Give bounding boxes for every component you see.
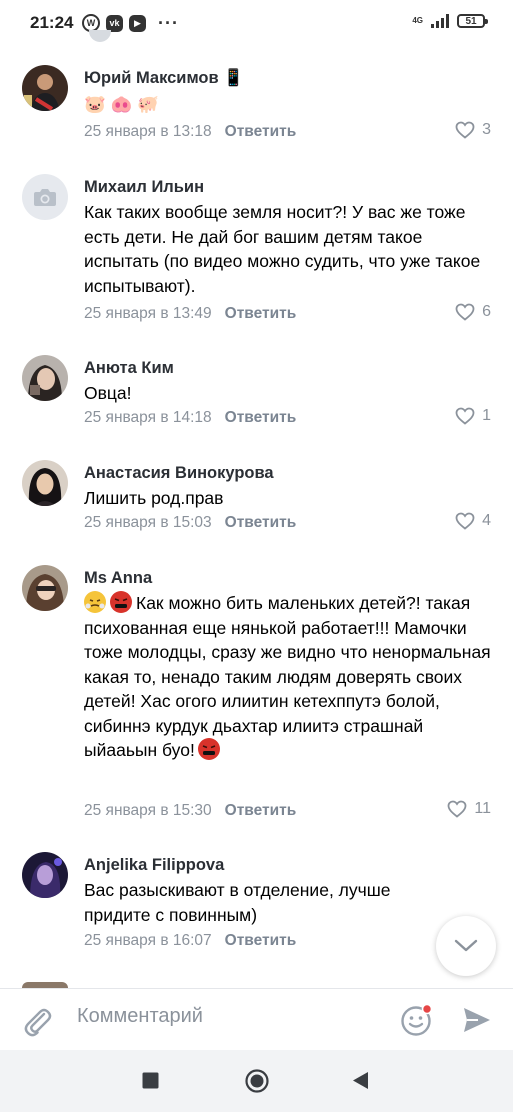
comment-date: 25 января в 15:30 (84, 802, 212, 819)
square-icon (142, 1072, 159, 1089)
like-button[interactable]: 1 (455, 407, 491, 425)
home-button[interactable] (245, 1069, 269, 1098)
signal-icon (431, 14, 449, 28)
avatar[interactable] (22, 565, 68, 611)
like-count: 1 (482, 407, 491, 424)
scroll-down-button[interactable] (436, 916, 496, 976)
like-button[interactable]: 6 (455, 303, 491, 321)
reply-button[interactable]: Ответить (225, 305, 297, 322)
comment-author[interactable]: Ms Anna (84, 567, 152, 589)
comment-text: Овца! (84, 383, 132, 403)
comment-text: Вас разыскивают в отделение, лучше приди… (84, 880, 391, 925)
status-bar: 21:24 W vk ▶ ··· 4G 51 (0, 0, 513, 44)
like-count: 11 (474, 800, 491, 817)
comment-author[interactable]: Anjelika Filippova (84, 854, 224, 876)
comment-meta: 25 января в 13:18 Ответить (84, 122, 296, 142)
comment-author[interactable]: Михаил Ильин (84, 176, 204, 198)
comment-date: 25 января в 13:18 (84, 123, 212, 140)
heart-icon (455, 407, 475, 425)
cursing-face-emoji (110, 591, 132, 613)
avatar[interactable] (22, 65, 68, 111)
comment-text: Как таких вообще земля носит?! У вас же … (84, 202, 481, 296)
comment-date: 25 января в 15:03 (84, 514, 212, 531)
comment-author[interactable]: Юрий Максимов 📱 (84, 67, 244, 89)
comment-author[interactable]: Анастасия Винокурова (84, 462, 274, 484)
heart-icon (455, 121, 475, 139)
like-button[interactable]: 3 (455, 121, 491, 139)
comment-meta: 25 января в 13:49 Ответить (84, 304, 296, 324)
like-count: 4 (482, 512, 491, 529)
reply-button[interactable]: Ответить (225, 123, 297, 140)
avatar[interactable] (22, 174, 68, 220)
vk-icon: vk (106, 14, 123, 32)
system-nav-bar (0, 1050, 513, 1112)
steam-face-emoji (84, 591, 106, 613)
camera-icon (34, 189, 56, 206)
comment-text: Как можно бить маленьких детей?! такая п… (84, 593, 491, 760)
avatar[interactable] (22, 852, 68, 898)
comment-date: 25 января в 14:18 (84, 409, 212, 426)
like-count: 3 (482, 121, 491, 138)
battery-icon: 51 (457, 14, 488, 28)
cursing-face-emoji (197, 738, 220, 760)
like-button[interactable]: 4 (455, 512, 491, 530)
comment-date: 25 января в 16:07 (84, 932, 212, 949)
chevron-down-icon (454, 939, 478, 952)
like-button[interactable]: 11 (447, 800, 491, 818)
comment-meta: 25 января в 15:03 Ответить (84, 513, 296, 533)
comment-input[interactable] (75, 1004, 379, 1029)
reply-button[interactable]: Ответить (225, 409, 297, 426)
emoji-button[interactable] (400, 1003, 434, 1042)
back-triangle-icon (353, 1072, 368, 1089)
like-count: 6 (482, 303, 491, 320)
recent-apps-button[interactable] (142, 1072, 159, 1094)
back-button[interactable] (352, 1071, 369, 1095)
heart-icon (455, 512, 475, 530)
send-icon (464, 1008, 490, 1032)
comment-text-wrapper: Как можно бить маленьких детей?! такая п… (84, 591, 496, 763)
avatar[interactable] (22, 355, 68, 401)
comment-composer (0, 988, 513, 1051)
home-circle-icon (245, 1069, 269, 1093)
status-time: 21:24 (30, 13, 74, 32)
youtube-icon: ▶ (129, 14, 146, 32)
reply-button[interactable]: Ответить (225, 802, 297, 819)
comment-date: 25 января в 13:49 (84, 305, 212, 322)
smile-icon (401, 1003, 433, 1036)
comment-meta: 25 января в 15:30 Ответить (84, 801, 296, 821)
network-type: 4G (412, 16, 423, 25)
reply-button[interactable]: Ответить (225, 932, 297, 949)
more-notifications-icon: ··· (158, 13, 179, 33)
heart-icon (455, 303, 475, 321)
attach-button[interactable] (22, 1005, 52, 1042)
reply-button[interactable]: Ответить (225, 514, 297, 531)
send-button[interactable] (462, 1006, 492, 1039)
avatar[interactable] (22, 460, 68, 506)
comment-text: 🐷 🐽 🐖 (84, 94, 160, 114)
status-indicators: 4G 51 (412, 14, 488, 28)
comment-meta: 25 января в 14:18 Ответить (84, 408, 296, 428)
comment-meta: 25 января в 16:07 Ответить (84, 931, 296, 951)
comment-text: Лишить род.прав (84, 488, 224, 508)
comment-author[interactable]: Анюта Ким (84, 357, 174, 379)
paperclip-icon (24, 1008, 52, 1037)
heart-icon (447, 800, 467, 818)
